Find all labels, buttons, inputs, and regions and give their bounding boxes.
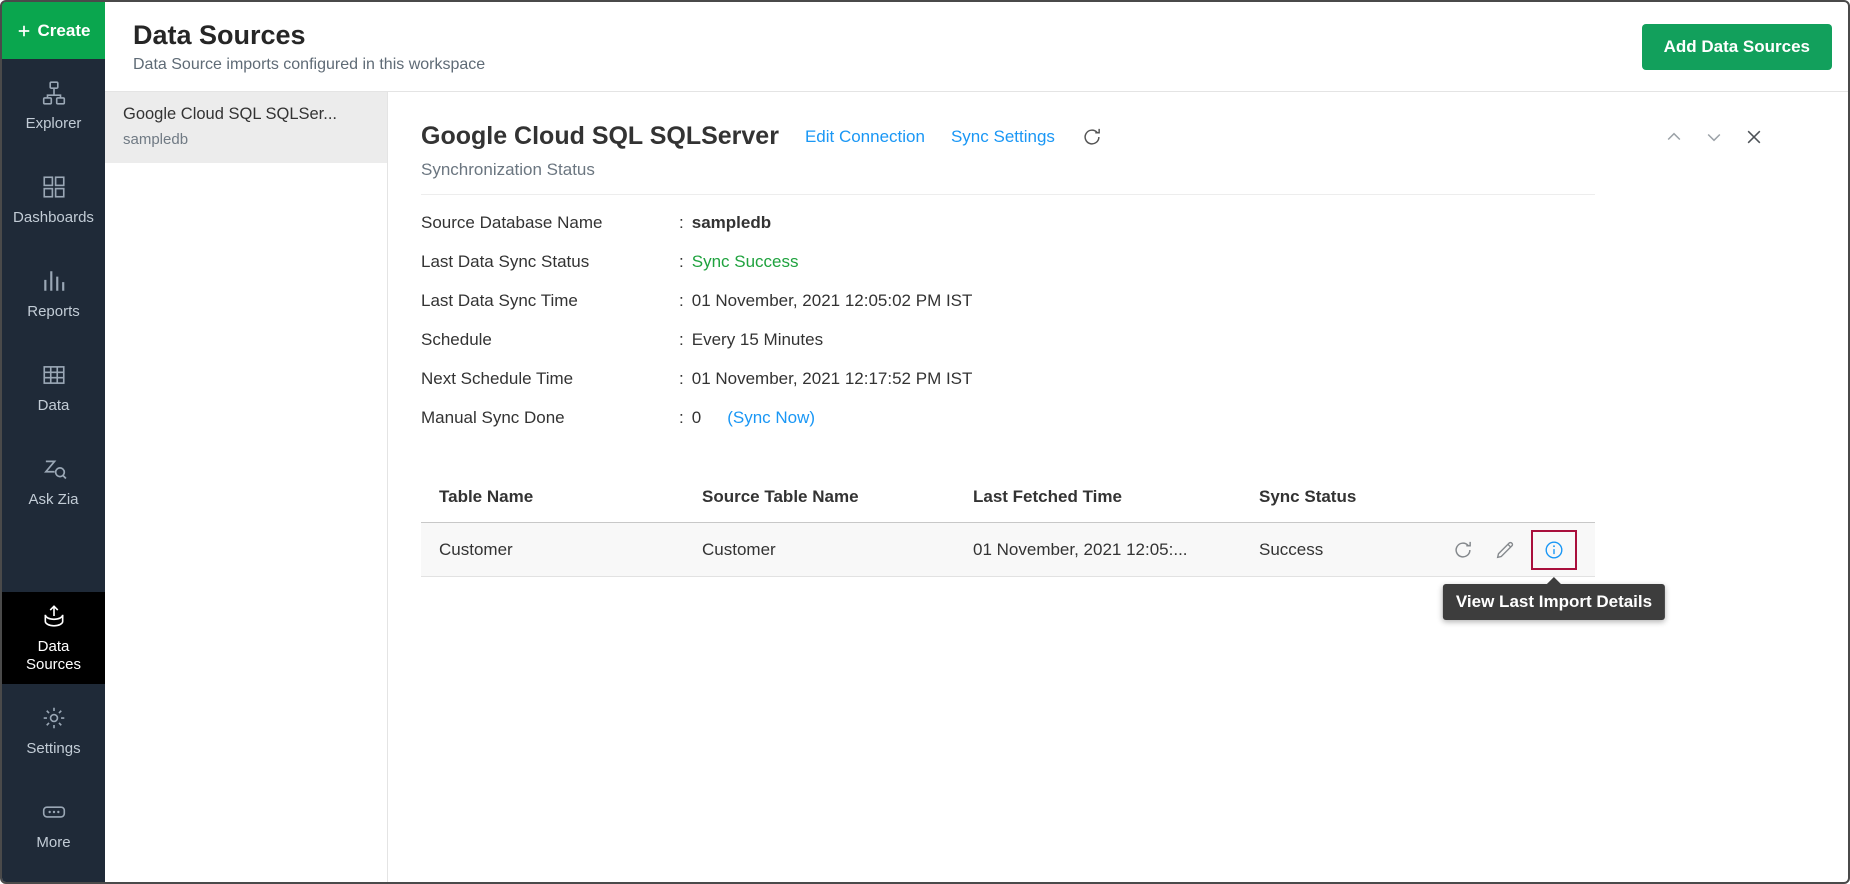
- create-button-label: Create: [38, 21, 91, 41]
- main-area: Data Sources Data Source imports configu…: [105, 2, 1848, 882]
- column-header-sync-status: Sync Status: [1241, 475, 1416, 523]
- sidebar-item-label: Settings: [22, 740, 84, 758]
- sidebar-item-reports[interactable]: Reports: [2, 247, 105, 341]
- sidebar-item-data-sources[interactable]: Data Sources: [2, 592, 105, 684]
- field-label: Next Schedule Time: [421, 369, 679, 389]
- field-row: Source Database Name : sampledb: [421, 213, 1848, 252]
- sidebar-item-label: Explorer: [22, 115, 86, 133]
- panel-controls: [1664, 127, 1764, 147]
- field-label: Last Data Sync Status: [421, 252, 679, 272]
- chevron-down-icon[interactable]: [1704, 127, 1724, 147]
- field-label: Schedule: [421, 330, 679, 350]
- source-list-panel: Google Cloud SQL SQLSer... sampledb: [105, 92, 388, 882]
- field-value: 01 November, 2021 12:05:02 PM IST: [692, 291, 973, 311]
- info-icon[interactable]: [1543, 539, 1565, 561]
- create-button[interactable]: Create: [2, 2, 105, 59]
- field-label: Last Data Sync Time: [421, 291, 679, 311]
- field-colon: :: [679, 369, 684, 389]
- sidebar-item-settings[interactable]: Settings: [2, 684, 105, 778]
- ask-zia-icon: [41, 456, 67, 482]
- page-subtitle: Data Source imports configured in this w…: [133, 56, 485, 74]
- field-colon: :: [679, 213, 684, 233]
- page-title: Data Sources: [133, 20, 485, 51]
- reports-icon: [41, 268, 67, 294]
- field-row: Next Schedule Time : 01 November, 2021 1…: [421, 369, 1848, 408]
- field-row: Last Data Sync Time : 01 November, 2021 …: [421, 291, 1848, 330]
- tables-sync-table: Table Name Source Table Name Last Fetche…: [421, 475, 1595, 577]
- edit-pencil-icon[interactable]: [1494, 539, 1516, 561]
- field-row: Last Data Sync Status : Sync Success: [421, 252, 1848, 291]
- sidebar-item-label: Dashboards: [9, 209, 98, 227]
- table-row: Customer Customer 01 November, 2021 12:0…: [421, 523, 1595, 577]
- explorer-icon: [41, 80, 67, 106]
- sidebar-nav: Explorer Dashboards Reports: [2, 59, 105, 872]
- page-header-text: Data Sources Data Source imports configu…: [133, 20, 485, 74]
- info-highlight-box: [1531, 530, 1577, 570]
- table-header-row: Table Name Source Table Name Last Fetche…: [421, 475, 1595, 523]
- field-colon: :: [679, 408, 684, 428]
- field-label: Manual Sync Done: [421, 408, 679, 428]
- sync-status-fields: Source Database Name : sampledb Last Dat…: [421, 213, 1848, 447]
- refresh-icon[interactable]: [1081, 126, 1103, 148]
- view-last-import-details-tooltip: View Last Import Details: [1443, 584, 1665, 620]
- row-actions: [1416, 523, 1595, 577]
- sidebar-item-data[interactable]: Data: [2, 341, 105, 435]
- detail-panel: Google Cloud SQL SQLServer Edit Connecti…: [388, 92, 1848, 882]
- sync-settings-link[interactable]: Sync Settings: [951, 127, 1055, 147]
- sidebar-item-label: More: [32, 834, 74, 852]
- field-value: 01 November, 2021 12:17:52 PM IST: [692, 369, 973, 389]
- sidebar-item-explorer[interactable]: Explorer: [2, 59, 105, 153]
- column-header-source-table-name: Source Table Name: [684, 475, 955, 523]
- row-refresh-icon[interactable]: [1452, 539, 1474, 561]
- cell-table-name: Customer: [421, 523, 684, 577]
- page-header: Data Sources Data Source imports configu…: [105, 2, 1848, 92]
- cell-sync-status: Success: [1241, 523, 1416, 577]
- content-area: Google Cloud SQL SQLSer... sampledb Goog…: [105, 92, 1848, 882]
- close-icon[interactable]: [1744, 127, 1764, 147]
- sidebar-item-label: Ask Zia: [24, 491, 82, 509]
- detail-header: Google Cloud SQL SQLServer Edit Connecti…: [421, 122, 1848, 151]
- section-title: Synchronization Status: [421, 160, 1595, 195]
- field-row: Manual Sync Done : 0 (Sync Now): [421, 408, 1848, 447]
- column-header-table-name: Table Name: [421, 475, 684, 523]
- dashboards-icon: [41, 174, 67, 200]
- field-value: 0: [692, 408, 701, 428]
- sidebar-item-ask-zia[interactable]: Ask Zia: [2, 435, 105, 529]
- source-item-title: Google Cloud SQL SQLSer...: [123, 105, 369, 124]
- field-label: Source Database Name: [421, 213, 679, 233]
- sync-now-link[interactable]: (Sync Now): [727, 408, 815, 428]
- sidebar-item-dashboards[interactable]: Dashboards: [2, 153, 105, 247]
- field-colon: :: [679, 291, 684, 311]
- chevron-up-icon[interactable]: [1664, 127, 1684, 147]
- data-sources-icon: [41, 603, 67, 629]
- cell-last-fetched-time: 01 November, 2021 12:05:...: [955, 523, 1241, 577]
- sidebar-item-label: Data: [34, 397, 74, 415]
- sidebar: Create Explorer: [2, 2, 105, 882]
- field-colon: :: [679, 252, 684, 272]
- field-colon: :: [679, 330, 684, 350]
- field-value: sampledb: [692, 213, 771, 233]
- field-row: Schedule : Every 15 Minutes: [421, 330, 1848, 369]
- plus-icon: [17, 24, 31, 38]
- sidebar-item-more[interactable]: More: [2, 778, 105, 872]
- connection-title: Google Cloud SQL SQLServer: [421, 122, 779, 151]
- source-list-item[interactable]: Google Cloud SQL SQLSer... sampledb: [105, 92, 387, 163]
- data-table-icon: [41, 362, 67, 388]
- sidebar-item-label: Data Sources: [22, 638, 86, 674]
- sync-status-value: Sync Success: [692, 252, 799, 272]
- sidebar-item-label: Reports: [23, 303, 84, 321]
- column-header-actions: [1416, 475, 1595, 523]
- gear-icon: [41, 705, 67, 731]
- add-data-sources-button[interactable]: Add Data Sources: [1642, 24, 1832, 70]
- column-header-last-fetched-time: Last Fetched Time: [955, 475, 1241, 523]
- source-item-subtitle: sampledb: [123, 131, 369, 148]
- cell-source-table-name: Customer: [684, 523, 955, 577]
- app-window: Create Explorer: [0, 0, 1850, 884]
- more-ellipsis-icon: [41, 799, 67, 825]
- field-value: Every 15 Minutes: [692, 330, 823, 350]
- edit-connection-link[interactable]: Edit Connection: [805, 127, 925, 147]
